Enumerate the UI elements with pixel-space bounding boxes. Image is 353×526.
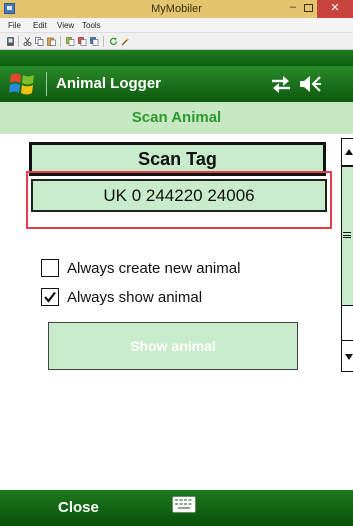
window-close-button[interactable]: ✕: [317, 0, 353, 18]
screenshot-icon[interactable]: [66, 37, 75, 46]
sync-icon[interactable]: [270, 74, 292, 94]
scroll-down-button[interactable]: [341, 340, 353, 372]
volume-muted-icon[interactable]: [298, 74, 322, 94]
always-show-label[interactable]: Always show animal: [67, 288, 202, 308]
device-icon[interactable]: [6, 37, 15, 46]
menu-bar: [0, 18, 353, 33]
arrow-down-icon: [345, 354, 353, 360]
paste-icon[interactable]: [47, 37, 56, 46]
checkmark-icon: [44, 291, 56, 303]
cut-icon[interactable]: [23, 37, 32, 46]
scroll-up-button[interactable]: [341, 138, 353, 166]
wand-icon[interactable]: [121, 37, 130, 46]
toolbar-separator: [18, 36, 19, 47]
always-create-label[interactable]: Always create new animal: [67, 259, 240, 279]
always-create-checkbox[interactable]: [41, 259, 59, 277]
menu-edit[interactable]: Edit: [33, 18, 47, 33]
app-title: Animal Logger: [56, 75, 162, 92]
windows-logo-icon[interactable]: [8, 69, 38, 99]
refresh-icon[interactable]: [109, 37, 118, 46]
arrow-up-icon: [345, 149, 353, 155]
section-title: Scan Animal: [131, 109, 222, 126]
keyboard-icon[interactable]: [172, 496, 196, 513]
clipboard-sync-icon[interactable]: [90, 37, 99, 46]
toolbar-separator: [60, 36, 61, 47]
always-show-checkbox[interactable]: [41, 288, 59, 306]
menu-tools[interactable]: Tools: [82, 18, 101, 33]
menu-view[interactable]: View: [57, 18, 74, 33]
screenshot-save-icon[interactable]: [78, 37, 87, 46]
copy-icon[interactable]: [35, 37, 44, 46]
menu-file[interactable]: File: [8, 18, 21, 33]
grip-icon: [343, 232, 351, 238]
tag-highlight-box: [26, 171, 332, 229]
header-divider: [46, 72, 47, 96]
maximize-button[interactable]: [301, 0, 315, 16]
device-status-strip: [0, 50, 353, 66]
toolbar-separator: [103, 36, 104, 47]
minimize-button[interactable]: –: [286, 0, 300, 16]
close-softkey[interactable]: Close: [58, 490, 99, 526]
show-animal-button[interactable]: Show animal: [48, 322, 298, 370]
